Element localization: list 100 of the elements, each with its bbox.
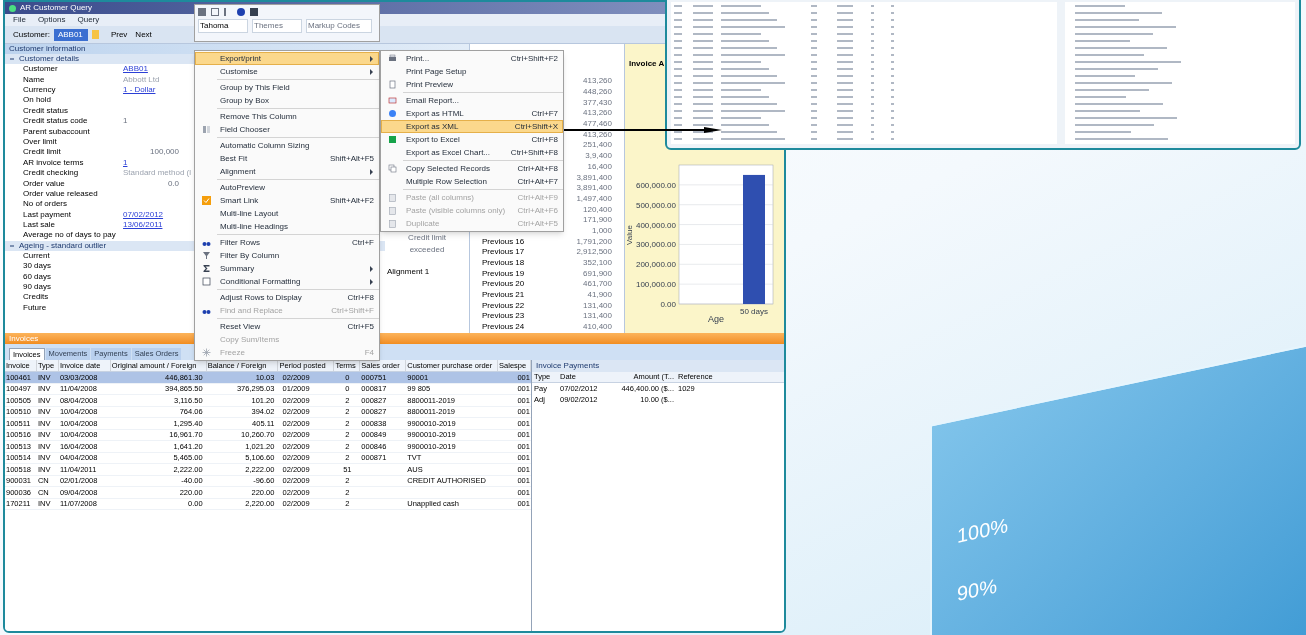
axis-tick-label: 400,000.00: [635, 220, 676, 230]
property-label: Last payment: [23, 208, 73, 221]
axis-tick-label: 100,000.00: [635, 280, 676, 290]
menu-item-label: Export to Excel: [405, 133, 461, 146]
list-value: 251,400: [583, 139, 612, 152]
list-value: 1,497,400: [576, 192, 612, 205]
shortcut-text: Ctrl+Shift+F8: [510, 146, 558, 159]
list-value: 461,700: [583, 278, 612, 291]
property-label: No of orders: [23, 198, 69, 211]
shortcut-text: F4: [364, 346, 374, 359]
property-value: 1 - Dollar: [123, 84, 156, 96]
axis-tick-label: 200,000.00: [635, 260, 676, 270]
menu-item-label: Multiple Row Selection: [405, 175, 488, 188]
property-label: Currency: [23, 84, 57, 96]
property-label: Current: [23, 250, 51, 262]
property-value: 0.0: [166, 177, 179, 190]
chart-title: Invoice A: [628, 58, 666, 70]
list-label: Previous 18: [482, 257, 526, 270]
menu-item-label: Multi-line Headings: [219, 220, 290, 233]
shortcut-text: Ctrl+Shift+F: [331, 304, 374, 317]
percent-label: 90%: [957, 573, 999, 607]
menu-item-label: Adjust Rows to Display: [219, 291, 303, 304]
list-value: 3,891,400: [576, 171, 612, 184]
shortcut-text: Ctrl+F5: [347, 320, 374, 333]
menu-item-label: Print...: [405, 52, 431, 65]
axis-tick-label: 300,000.00: [635, 240, 676, 250]
menu-item-label: AutoPreview: [219, 181, 266, 194]
menu-item-label: Email Report...: [405, 94, 460, 107]
list-value: 1,000: [591, 224, 612, 237]
shortcut-text: Ctrl+F8: [347, 291, 374, 304]
list-value: 120,400: [583, 203, 612, 216]
property-value: 07/02/2012: [123, 208, 164, 221]
property-label: On hold: [23, 94, 53, 107]
axis-tick-label: 0.00: [660, 300, 676, 309]
menu-item-label: Filter Rows: [219, 236, 261, 249]
menu-item-label: Alignment: [219, 165, 257, 178]
menu-item-label: Customise: [219, 65, 259, 78]
menu-item-label: Export as Excel Chart...: [405, 146, 492, 159]
property-label: Over limit: [23, 135, 58, 148]
group-title: Customer details: [19, 53, 80, 65]
list-value: 448,260: [583, 86, 612, 99]
property-label: Credit status: [23, 104, 69, 117]
property-label: Order value released: [23, 187, 99, 200]
menu-item-label: Smart Link: [219, 194, 260, 207]
list-value: 171,900: [583, 214, 612, 227]
list-value: 477,460: [583, 118, 612, 131]
property-value: Abbott Ltd: [123, 73, 160, 86]
list-value: 413,260: [583, 128, 612, 141]
list-value: 3,891,400: [576, 182, 612, 195]
property-label: Credit status code: [23, 115, 89, 128]
menu-item-label: Copy Sum/Items: [219, 333, 281, 346]
window-title: AR Customer Query: [20, 2, 93, 14]
menu-item-label: Find and Replace: [219, 304, 284, 317]
list-label: Previous 20: [482, 278, 526, 291]
list-value: 410,400: [583, 321, 612, 334]
list-label: Previous 17: [482, 246, 526, 259]
menu-item-label: Duplicate: [405, 217, 441, 230]
property-label: AR invoice terms: [23, 156, 85, 169]
menu-item-label: Group by This Field: [219, 81, 291, 94]
list-label: Previous 23: [482, 310, 526, 323]
menu-item-label: Paste (visible columns only): [405, 204, 507, 217]
percent-label: 100%: [957, 513, 1010, 549]
menu-item-label: Export/print: [219, 52, 262, 65]
list-value: 1,791,200: [576, 235, 612, 248]
menu-item-label: Reset View: [219, 320, 262, 333]
shortcut-text: Ctrl+F: [352, 236, 374, 249]
property-label: Average no of days to pay: [23, 229, 117, 242]
axis-title: Age: [708, 314, 724, 324]
property-label: Customer: [23, 63, 59, 76]
menu-item-label: Automatic Column Sizing: [219, 139, 311, 152]
list-label: Previous 24: [482, 321, 526, 334]
axis-tick-label: 600,000.00: [635, 180, 676, 190]
list-label: Previous 16: [482, 235, 526, 248]
menu-item-label: Conditional Formatting: [219, 275, 302, 288]
menu-item-label: Field Chooser: [219, 123, 271, 136]
shortcut-text: Ctrl+Alt+F7: [517, 175, 558, 188]
axis-title: Value: [625, 225, 634, 245]
shortcut-text: Ctrl+Alt+F8: [517, 162, 558, 175]
menu-item-label: Remove This Column: [219, 110, 298, 123]
property-label: Future: [23, 301, 48, 314]
shortcut-text: Ctrl+Alt+F5: [517, 217, 558, 230]
list-value: 131,400: [583, 310, 612, 323]
shortcut-text: Ctrl+Shift+X: [514, 120, 558, 133]
property-value: 1: [123, 115, 128, 128]
list-value: 413,260: [583, 107, 612, 120]
property-label: 60 days: [23, 270, 53, 283]
property-label: Name: [23, 73, 46, 86]
shortcut-text: Ctrl+Alt+F9: [517, 191, 558, 204]
menu-item-label: Print Page Setup: [405, 65, 468, 78]
shortcut-text: Ctrl+F7: [531, 107, 558, 120]
shortcut-text: Shift+Alt+F2: [329, 194, 374, 207]
property-label: 90 days: [23, 281, 53, 293]
property-label: Parent subaccount: [23, 125, 91, 138]
menu-item-label: Multi-line Layout: [219, 207, 280, 220]
list-value: 41,900: [587, 289, 612, 302]
list-label: Previous 21: [482, 289, 526, 302]
menu-item-label: Copy Selected Records: [405, 162, 492, 175]
note-text: Credit limit exceeded: [407, 232, 447, 256]
menu-item-label: Filter By Column: [219, 249, 281, 262]
list-value: 413,260: [583, 75, 612, 88]
